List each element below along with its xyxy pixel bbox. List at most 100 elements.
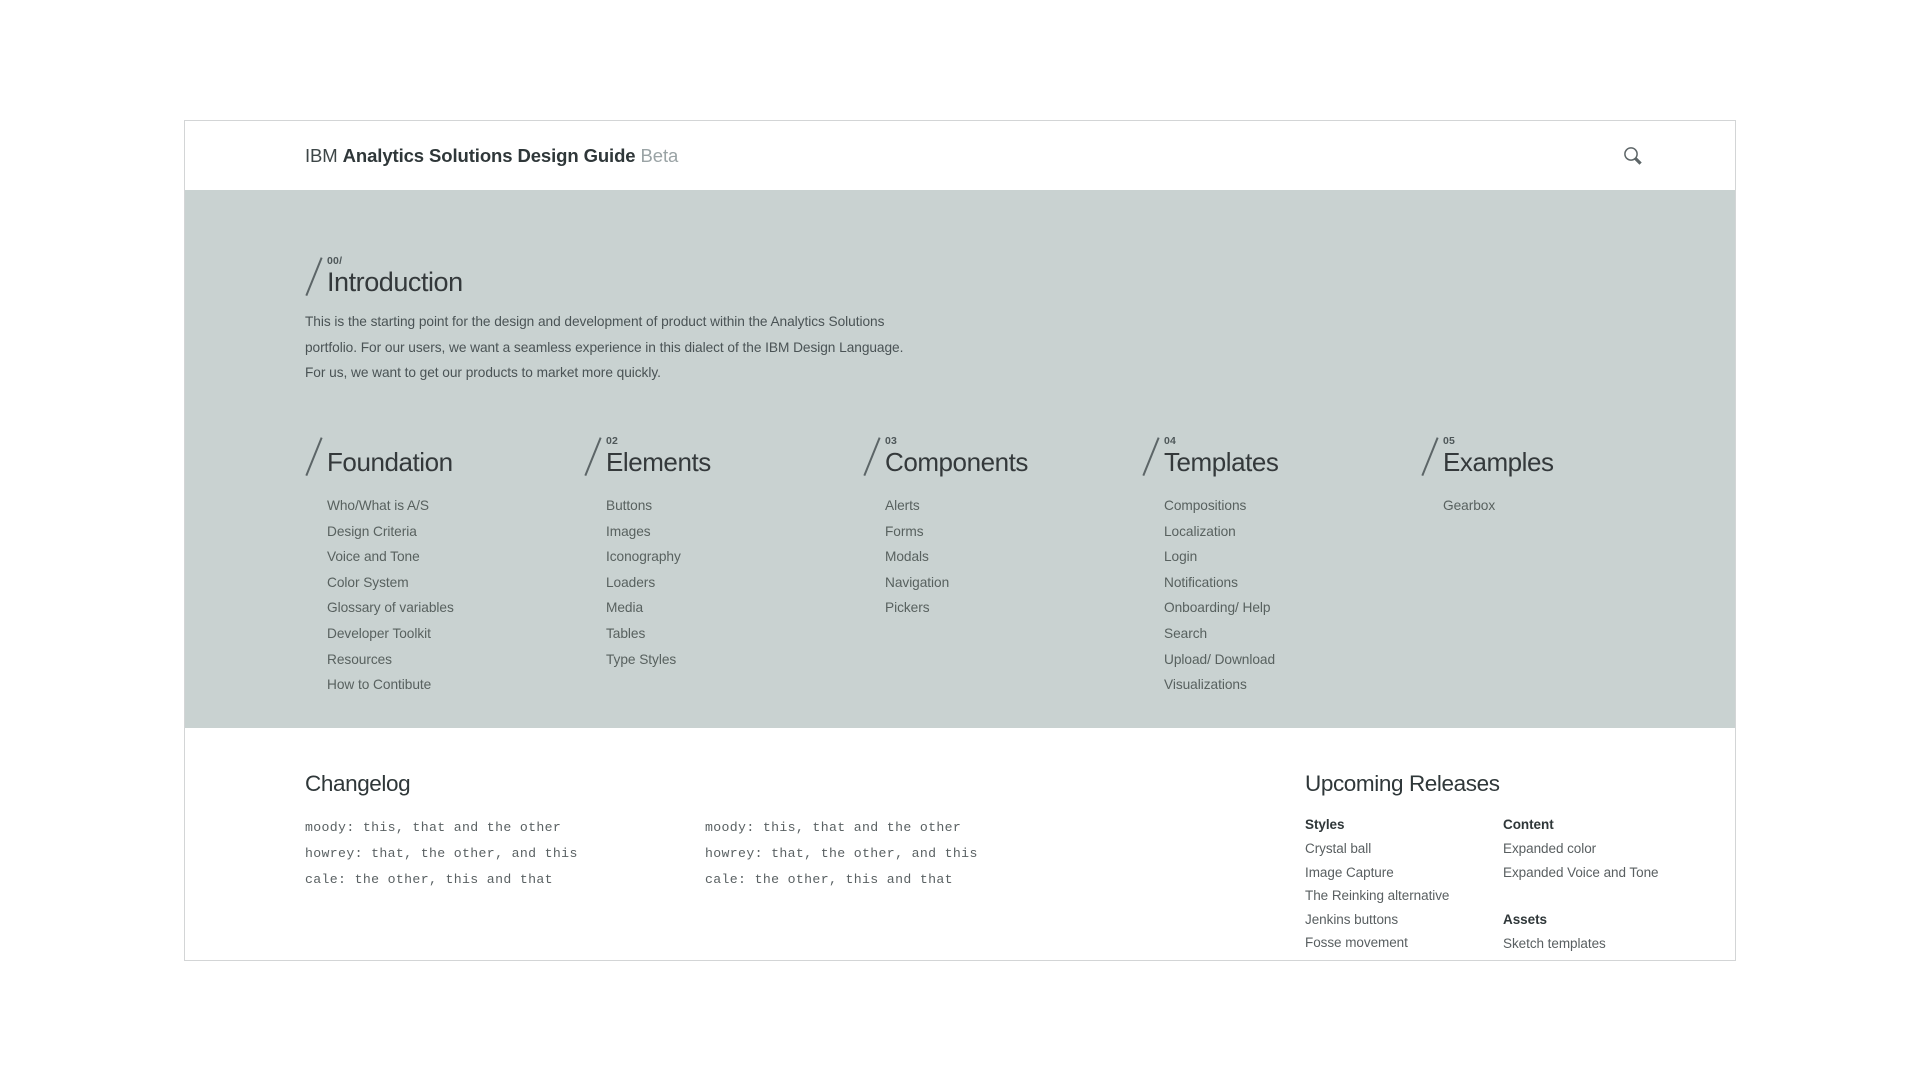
page-root: IBM Analytics Solutions Design Guide Bet… [0, 0, 1920, 1080]
upcoming-group-heading: Assets [1503, 912, 1547, 927]
navigation-columns: Foundation Who/What is A/S Design Criter… [305, 435, 1695, 698]
design-guide-card: IBM Analytics Solutions Design Guide Bet… [184, 120, 1736, 961]
nav-number-components: 03 [885, 435, 898, 447]
nav-item[interactable]: Glossary of variables [305, 595, 584, 621]
upcoming-group-heading: Styles [1305, 817, 1345, 832]
nav-item[interactable]: Upload/ Download [1142, 647, 1421, 673]
nav-item[interactable]: Pickers [863, 595, 1142, 621]
nav-item[interactable]: Color System [305, 570, 584, 596]
upcoming-item[interactable]: Sketch templates [1503, 932, 1701, 956]
upcoming-item[interactable]: The Reinking alternative [1305, 884, 1503, 908]
changelog-line: howrey: that, the other, and this [305, 846, 578, 861]
nav-item[interactable]: How to Contibute [305, 672, 584, 698]
nav-list-components: Alerts Forms Modals Navigation Pickers [863, 493, 1142, 621]
nav-item[interactable]: Navigation [863, 570, 1142, 596]
changelog-columns: moody: this, that and the other howrey: … [305, 815, 1025, 893]
site-brand[interactable]: IBM Analytics Solutions Design Guide Bet… [305, 145, 678, 167]
upcoming-item[interactable]: Expanded Voice and Tone [1503, 861, 1701, 885]
nav-title-components: Components [885, 447, 1028, 477]
nav-column-components: 03 Components Alerts Forms Modals Naviga… [863, 435, 1142, 698]
changelog-line: cale: the other, this and that [705, 872, 953, 887]
nav-item[interactable]: Voice and Tone [305, 544, 584, 570]
nav-column-templates: 04 Templates Compositions Localization L… [1142, 435, 1421, 698]
nav-item[interactable]: Onboarding/ Help [1142, 595, 1421, 621]
nav-item[interactable]: Resources [305, 647, 584, 673]
nav-item[interactable]: Design Criteria [305, 519, 584, 545]
upcoming-group-heading: Content [1503, 817, 1554, 832]
introduction-body: This is the starting point for the desig… [305, 314, 904, 380]
nav-item[interactable]: Images [584, 519, 863, 545]
nav-title-templates: Templates [1164, 447, 1279, 477]
nav-item[interactable]: Compositions [1142, 493, 1421, 519]
nav-item[interactable]: Login [1142, 544, 1421, 570]
changelog-line: moody: this, that and the other [705, 820, 962, 835]
nav-item[interactable]: Buttons [584, 493, 863, 519]
nav-item[interactable]: Tables [584, 621, 863, 647]
nav-item[interactable]: Who/What is A/S [305, 493, 584, 519]
nav-item[interactable]: Visualizations [1142, 672, 1421, 698]
nav-list-elements: Buttons Images Iconography Loaders Media… [584, 493, 863, 672]
slash-mark-icon [1142, 436, 1160, 476]
nav-number-elements: 02 [606, 435, 619, 447]
upcoming-list: Expanded color Expanded Voice and Tone [1503, 837, 1701, 884]
nav-number-templates: 04 [1164, 435, 1177, 447]
upcoming-column-content-assets: Content Expanded color Expanded Voice an… [1503, 813, 1701, 956]
changelog-line: moody: this, that and the other [305, 820, 562, 835]
slash-mark-icon [305, 436, 323, 476]
nav-title-elements: Elements [606, 447, 711, 477]
lower-panel: Changelog moody: this, that and the othe… [185, 728, 1735, 960]
changelog-column: moody: this, that and the other howrey: … [705, 815, 1025, 893]
nav-item[interactable]: Forms [863, 519, 1142, 545]
search-button[interactable] [1619, 142, 1647, 170]
changelog-line: howrey: that, the other, and this [705, 846, 978, 861]
changelog-title: Changelog [305, 771, 411, 796]
nav-item[interactable]: Type Styles [584, 647, 863, 673]
upcoming-releases-section: Upcoming Releases Styles Crystal ball Im… [1305, 771, 1705, 956]
brand-title: Analytics Solutions Design Guide [342, 144, 636, 166]
slash-mark-icon [1421, 436, 1439, 476]
upcoming-item[interactable]: Image Capture [1305, 861, 1503, 885]
upcoming-releases-title: Upcoming Releases [1305, 771, 1500, 796]
nav-heading-foundation[interactable]: Foundation [305, 435, 584, 477]
nav-list-foundation: Who/What is A/S Design Criteria Voice an… [305, 493, 584, 698]
nav-heading-examples[interactable]: 05 Examples [1421, 435, 1695, 477]
upcoming-item[interactable]: Expanded color [1503, 837, 1701, 861]
nav-item[interactable]: Loaders [584, 570, 863, 596]
upcoming-list: Crystal ball Image Capture The Reinking … [1305, 837, 1503, 955]
nav-item[interactable]: Media [584, 595, 863, 621]
nav-column-elements: 02 Elements Buttons Images Iconography L… [584, 435, 863, 698]
slash-mark-icon [584, 436, 602, 476]
upcoming-item[interactable]: Jenkins buttons [1305, 908, 1503, 932]
nav-item[interactable]: Search [1142, 621, 1421, 647]
nav-item[interactable]: Alerts [863, 493, 1142, 519]
nav-item[interactable]: Modals [863, 544, 1142, 570]
nav-list-examples: Gearbox [1421, 493, 1695, 519]
nav-heading-templates[interactable]: 04 Templates [1142, 435, 1421, 477]
introduction-heading: 00/ Introduction [305, 255, 945, 297]
nav-column-foundation: Foundation Who/What is A/S Design Criter… [305, 435, 584, 698]
upcoming-item[interactable]: Fosse movement [1305, 931, 1503, 955]
changelog-section: Changelog moody: this, that and the othe… [305, 771, 1025, 893]
nav-item[interactable]: Notifications [1142, 570, 1421, 596]
nav-number-foundation [327, 435, 584, 447]
nav-item[interactable]: Iconography [584, 544, 863, 570]
nav-item[interactable]: Gearbox [1421, 493, 1695, 519]
introduction-block: 00/ Introduction This is the starting po… [305, 255, 945, 386]
upcoming-group: Styles Crystal ball Image Capture The Re… [1305, 813, 1503, 955]
upcoming-columns: Styles Crystal ball Image Capture The Re… [1305, 813, 1705, 956]
upcoming-column-styles: Styles Crystal ball Image Capture The Re… [1305, 813, 1503, 956]
upcoming-list: Sketch templates [1503, 932, 1701, 956]
nav-column-examples: 05 Examples Gearbox [1421, 435, 1695, 698]
introduction-title: Introduction [327, 267, 463, 297]
nav-heading-elements[interactable]: 02 Elements [584, 435, 863, 477]
search-icon [1622, 145, 1644, 167]
nav-title-examples: Examples [1443, 447, 1554, 477]
nav-title-foundation: Foundation [327, 447, 453, 477]
nav-item[interactable]: Localization [1142, 519, 1421, 545]
upcoming-group: Content Expanded color Expanded Voice an… [1503, 813, 1701, 884]
nav-heading-components[interactable]: 03 Components [863, 435, 1142, 477]
upcoming-item[interactable]: Crystal ball [1305, 837, 1503, 861]
changelog-column: moody: this, that and the other howrey: … [305, 815, 705, 893]
nav-item[interactable]: Developer Toolkit [305, 621, 584, 647]
brand-ibm: IBM [305, 144, 338, 166]
